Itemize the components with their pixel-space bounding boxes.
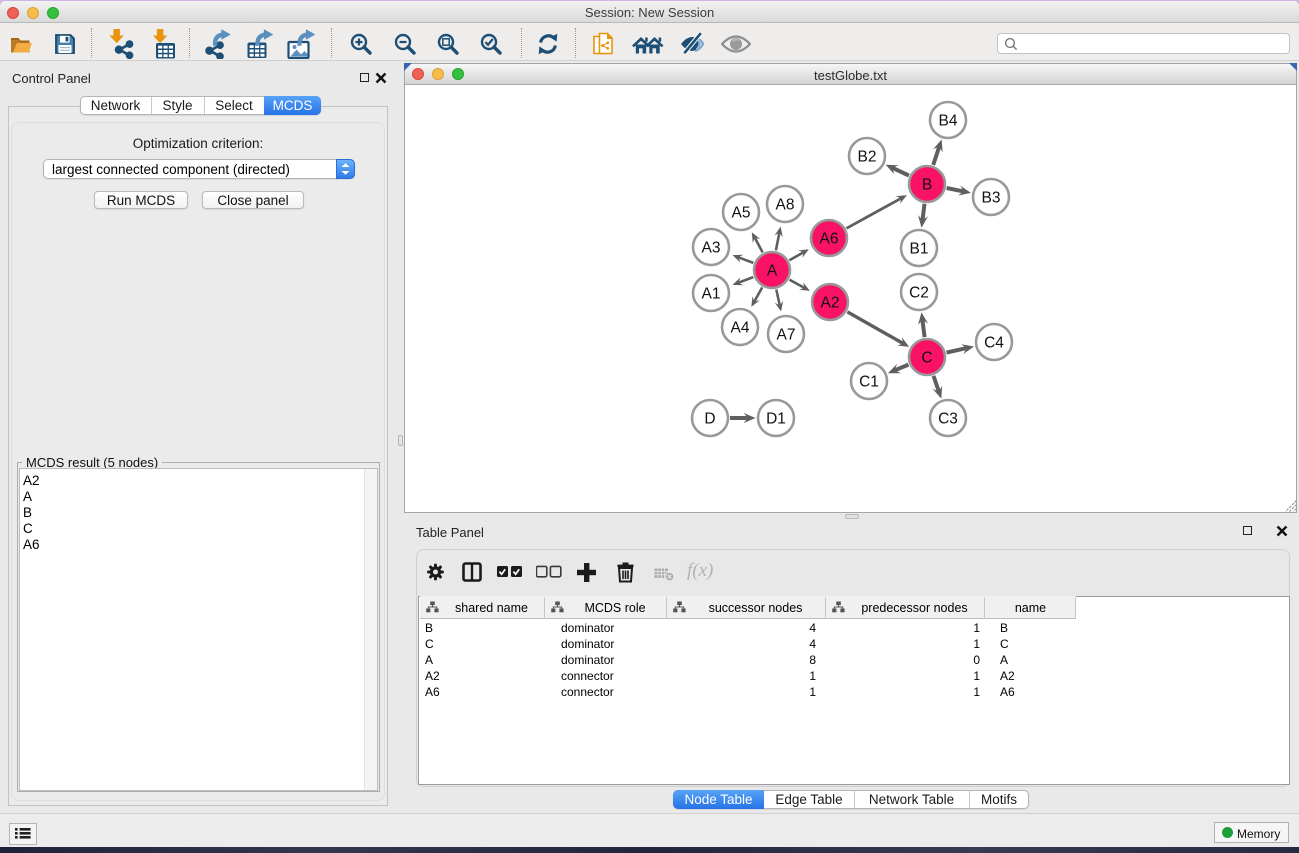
svg-text:B1: B1 [910,241,929,258]
svg-text:C3: C3 [938,411,958,428]
svg-text:D1: D1 [766,411,786,428]
svg-text:B2: B2 [858,149,877,166]
svg-text:A1: A1 [702,286,721,303]
svg-text:A: A [767,263,778,280]
svg-text:A5: A5 [732,205,751,222]
svg-text:A8: A8 [776,197,795,214]
svg-text:C: C [921,350,932,367]
svg-text:B: B [922,177,932,194]
svg-text:C2: C2 [909,285,929,302]
svg-text:A7: A7 [777,327,796,344]
svg-text:C1: C1 [859,374,879,391]
svg-text:A2: A2 [821,295,840,312]
svg-text:A4: A4 [731,320,750,337]
svg-text:A6: A6 [820,231,839,248]
svg-text:B4: B4 [939,113,958,130]
svg-text:D: D [704,411,715,428]
svg-text:A3: A3 [702,240,721,257]
svg-text:B3: B3 [982,190,1001,207]
svg-text:C4: C4 [984,335,1004,352]
